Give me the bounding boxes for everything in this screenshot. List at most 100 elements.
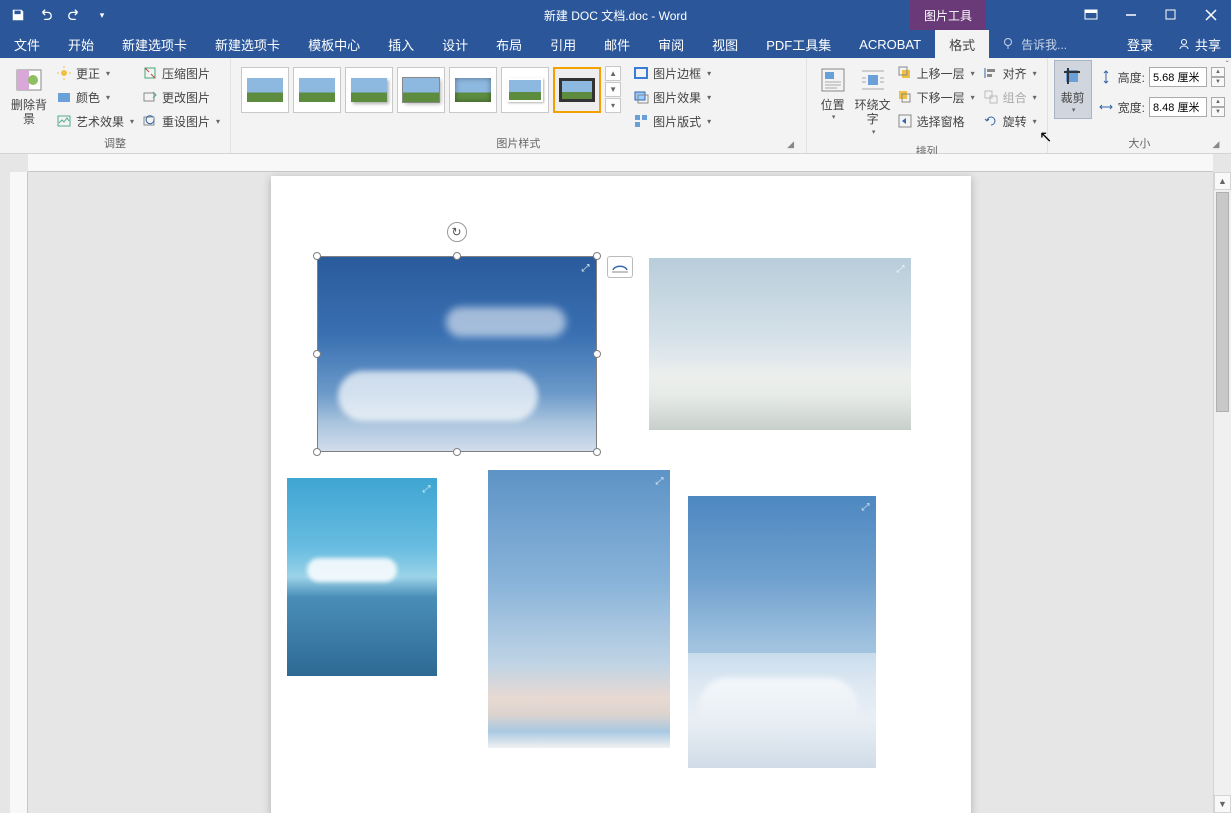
- effects-label: 图片效果: [653, 89, 701, 106]
- expand-icon: ⤢: [423, 484, 431, 495]
- style-item-3[interactable]: [345, 67, 393, 113]
- wrap-text-button[interactable]: 环绕文字▾: [853, 60, 893, 141]
- style-item-5[interactable]: [449, 67, 497, 113]
- style-item-6[interactable]: [501, 67, 549, 113]
- selection-label: 选择窗格: [917, 113, 965, 130]
- height-input[interactable]: [1149, 67, 1207, 87]
- tab-pdf-tools[interactable]: PDF工具集: [752, 30, 845, 58]
- qat-customize[interactable]: ▾: [90, 3, 114, 27]
- resize-handle-tr[interactable]: [593, 252, 601, 260]
- save-button[interactable]: [6, 3, 30, 27]
- vertical-ruler[interactable]: [10, 172, 28, 813]
- style-item-2[interactable]: [293, 67, 341, 113]
- resize-handle-bl[interactable]: [313, 448, 321, 456]
- picture-border-button[interactable]: 图片边框▾: [629, 62, 715, 84]
- share-button[interactable]: 共享: [1167, 30, 1231, 58]
- reset-picture-button[interactable]: 重设图片▾: [138, 110, 224, 132]
- resize-handle-l[interactable]: [313, 350, 321, 358]
- resize-handle-tl[interactable]: [313, 252, 321, 260]
- align-icon: [983, 65, 999, 81]
- selected-image[interactable]: ↻ ⤢: [317, 256, 597, 452]
- tab-insert[interactable]: 插入: [374, 30, 428, 58]
- resize-handle-t[interactable]: [453, 252, 461, 260]
- size-dialog-launcher[interactable]: ◢: [1209, 137, 1223, 151]
- align-button[interactable]: 对齐▾: [979, 62, 1041, 84]
- border-icon: [633, 65, 649, 81]
- style-item-7[interactable]: [553, 67, 601, 113]
- scroll-down[interactable]: ▼: [1214, 795, 1231, 813]
- scroll-up[interactable]: ▲: [1214, 172, 1231, 190]
- remove-background-button[interactable]: 删除背景: [6, 60, 52, 131]
- layout-options-button[interactable]: [607, 256, 633, 278]
- tab-file[interactable]: 文件: [0, 30, 54, 58]
- color-button[interactable]: 颜色▾: [52, 86, 138, 108]
- tab-template-center[interactable]: 模板中心: [294, 30, 374, 58]
- tab-new-option-2[interactable]: 新建选项卡: [201, 30, 294, 58]
- minimize-button[interactable]: [1111, 0, 1151, 30]
- horizontal-ruler[interactable]: [28, 154, 1213, 172]
- bring-forward-button[interactable]: 上移一层▾: [893, 62, 979, 84]
- styles-dialog-launcher[interactable]: ◢: [784, 137, 798, 151]
- position-button[interactable]: 位置▾: [813, 60, 853, 127]
- close-button[interactable]: [1191, 0, 1231, 30]
- ribbon-options-icon: [1084, 9, 1098, 21]
- tab-review[interactable]: 审阅: [644, 30, 698, 58]
- tab-design[interactable]: 设计: [428, 30, 482, 58]
- window-title: 新建 DOC 文档.doc - Word: [544, 7, 687, 24]
- picture-style-gallery[interactable]: ▲ ▼ ▾: [237, 60, 625, 119]
- expand-icon: ⤢: [656, 476, 664, 487]
- tab-layout[interactable]: 布局: [482, 30, 536, 58]
- resize-handle-br[interactable]: [593, 448, 601, 456]
- maximize-button[interactable]: [1151, 0, 1191, 30]
- tell-me-search[interactable]: 告诉我...: [989, 30, 1079, 58]
- save-icon: [11, 8, 25, 22]
- ribbon: 删除背景 更正▾ 颜色▾ 艺术效果▾ 压缩图片: [0, 58, 1231, 154]
- image-2[interactable]: ⤢: [649, 258, 911, 430]
- redo-button[interactable]: [62, 3, 86, 27]
- resize-handle-r[interactable]: [593, 350, 601, 358]
- gallery-up[interactable]: ▲: [605, 66, 621, 81]
- group-obj-label: 组合: [1003, 89, 1027, 106]
- tab-new-option-1[interactable]: 新建选项卡: [108, 30, 201, 58]
- gallery-down[interactable]: ▼: [605, 82, 621, 97]
- crop-button[interactable]: 裁剪▾: [1054, 60, 1092, 119]
- send-backward-button[interactable]: 下移一层▾: [893, 86, 979, 108]
- tab-references[interactable]: 引用: [536, 30, 590, 58]
- picture-effects-button[interactable]: 图片效果▾: [629, 86, 715, 108]
- login-button[interactable]: 登录: [1113, 30, 1167, 58]
- tab-mailings[interactable]: 邮件: [590, 30, 644, 58]
- vertical-scrollbar[interactable]: ▲ ▼: [1213, 172, 1231, 813]
- width-input[interactable]: [1149, 97, 1207, 117]
- image-4[interactable]: ⤢: [488, 470, 670, 748]
- scroll-thumb[interactable]: [1216, 192, 1229, 412]
- undo-icon: [39, 8, 53, 22]
- corrections-button[interactable]: 更正▾: [52, 62, 138, 84]
- selection-pane-button[interactable]: 选择窗格: [893, 110, 979, 132]
- tab-format[interactable]: 格式: [935, 30, 989, 58]
- image-3[interactable]: ⤢: [287, 478, 437, 676]
- resize-handle-b[interactable]: [453, 448, 461, 456]
- style-item-1[interactable]: [241, 67, 289, 113]
- undo-button[interactable]: [34, 3, 58, 27]
- tab-view[interactable]: 视图: [698, 30, 752, 58]
- tab-acrobat[interactable]: ACROBAT: [845, 30, 935, 58]
- ribbon-options-button[interactable]: [1071, 0, 1111, 30]
- gallery-more[interactable]: ▾: [605, 98, 621, 113]
- page-area[interactable]: ↻ ⤢ ⤢ ⤢ ⤢ ⤢: [28, 172, 1213, 813]
- rotate-button[interactable]: 旋转▾: [979, 110, 1041, 132]
- group-picture-styles: ▲ ▼ ▾ 图片边框▾ 图片效果▾ 图片版式▾: [231, 58, 807, 153]
- width-down[interactable]: ▼: [1211, 107, 1225, 117]
- image-5[interactable]: ⤢: [688, 496, 876, 768]
- collapse-ribbon-button[interactable]: ˇ: [1226, 60, 1229, 71]
- width-up[interactable]: ▲: [1211, 97, 1225, 107]
- height-down[interactable]: ▼: [1211, 77, 1225, 87]
- group-button[interactable]: 组合▾: [979, 86, 1041, 108]
- style-item-4[interactable]: [397, 67, 445, 113]
- height-up[interactable]: ▲: [1211, 67, 1225, 77]
- artistic-effects-button[interactable]: 艺术效果▾: [52, 110, 138, 132]
- compress-pictures-button[interactable]: 压缩图片: [138, 62, 224, 84]
- rotation-handle[interactable]: ↻: [447, 222, 467, 242]
- change-picture-button[interactable]: 更改图片: [138, 86, 224, 108]
- picture-layout-button[interactable]: 图片版式▾: [629, 110, 715, 132]
- tab-home[interactable]: 开始: [54, 30, 108, 58]
